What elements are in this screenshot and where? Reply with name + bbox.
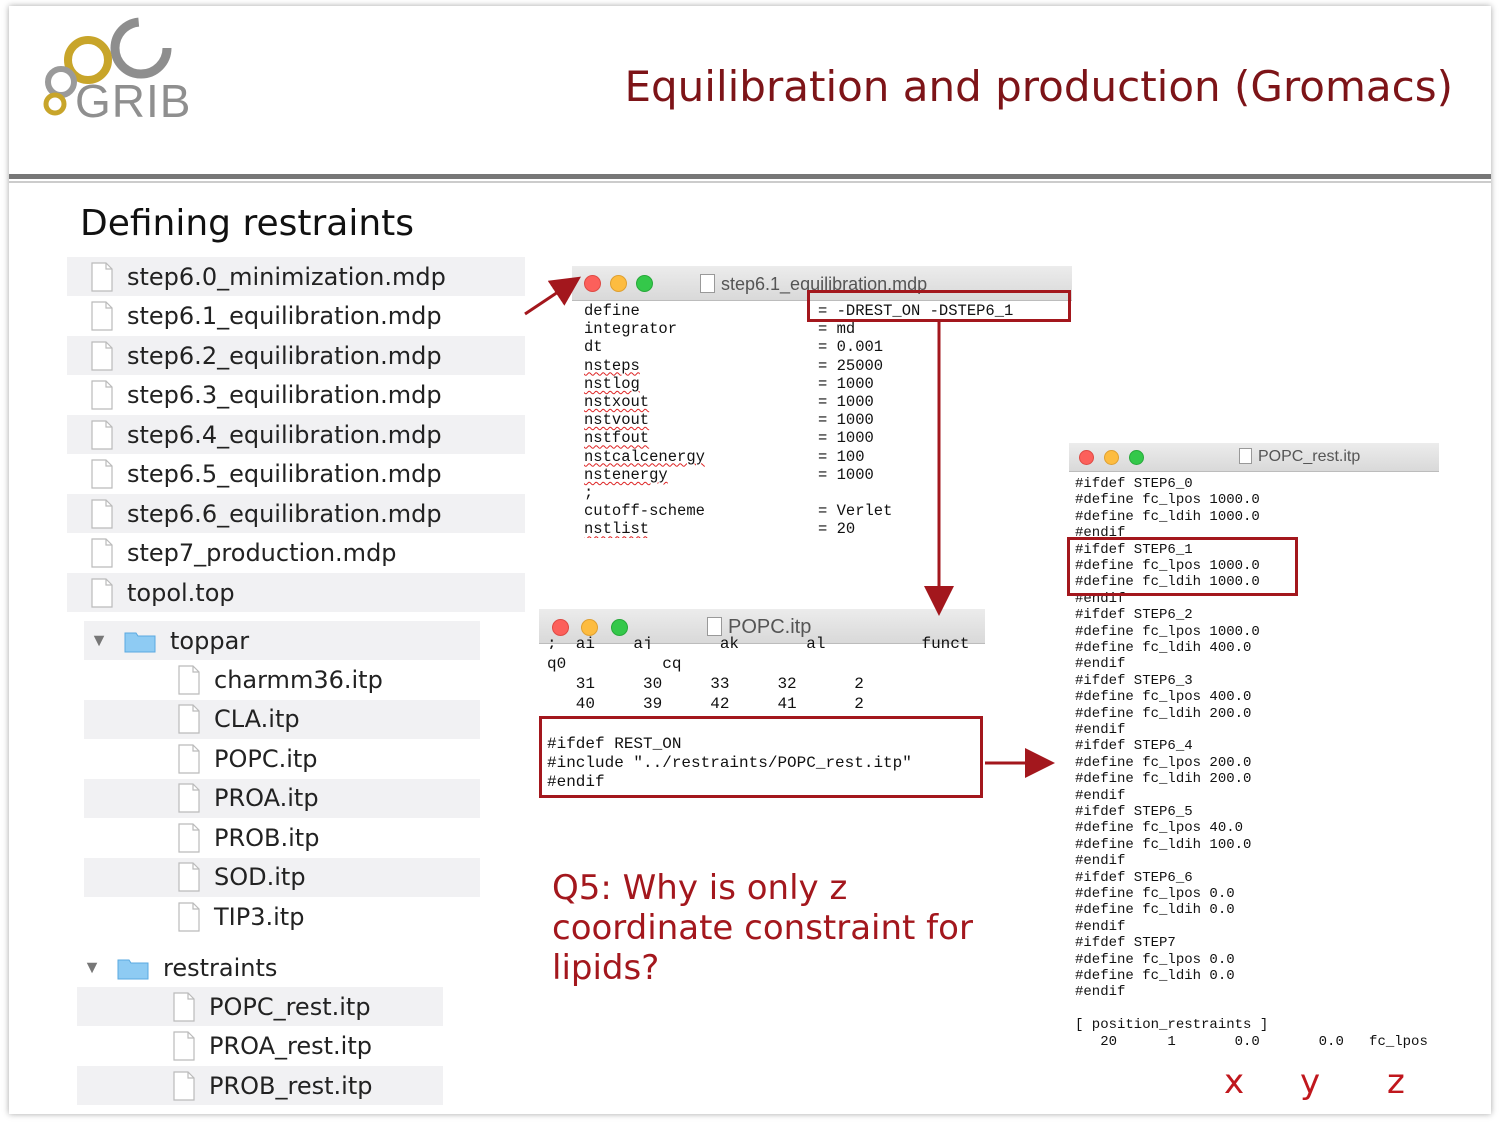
- slide: GRIB Equilibration and production (Groma…: [9, 6, 1491, 1114]
- arrow-to-mdp: [524, 276, 581, 316]
- axis-label-y: y: [1300, 1062, 1321, 1102]
- question-text: Q5: Why is only z coordinate constraint …: [552, 868, 973, 988]
- axis-label-x: x: [1224, 1062, 1245, 1102]
- axis-label-z: z: [1387, 1062, 1405, 1102]
